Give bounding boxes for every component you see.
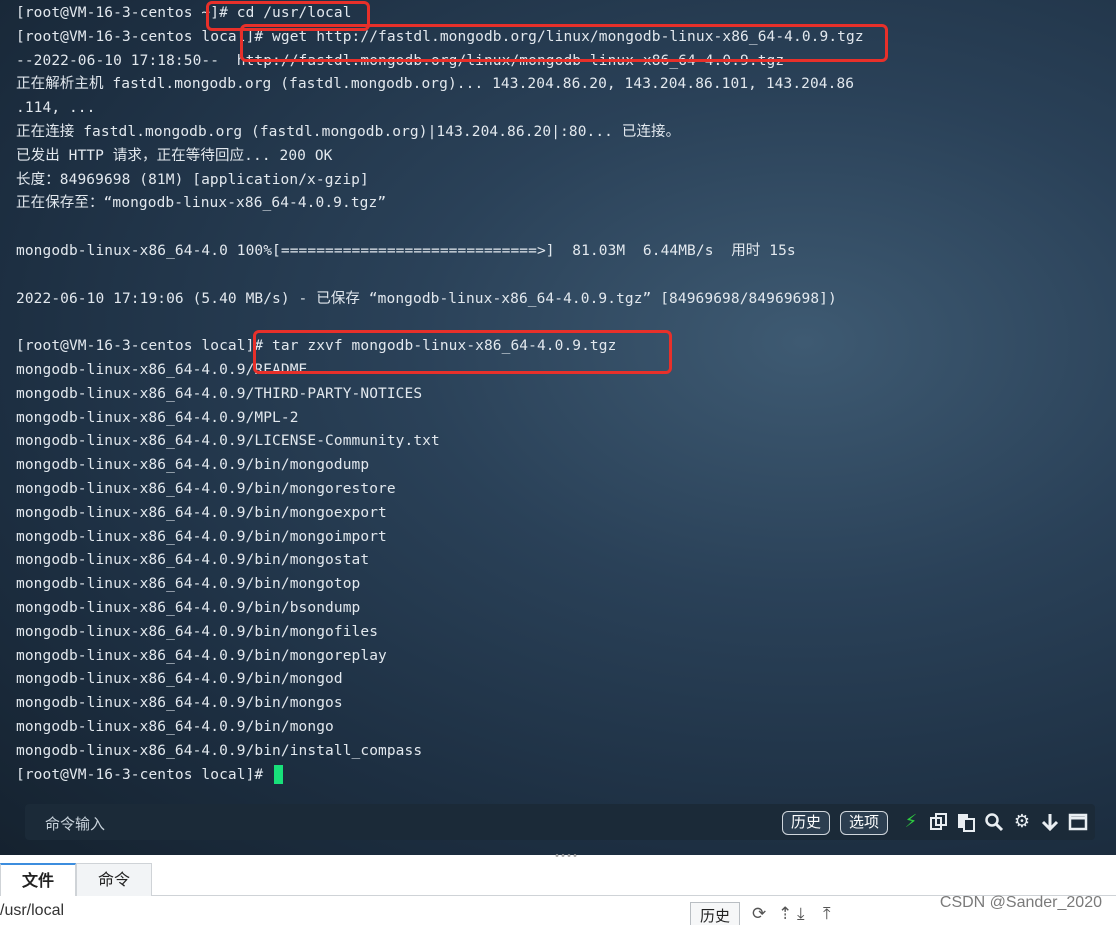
terminal-line: [root@VM-16-3-centos ~]# cd /usr/local bbox=[16, 5, 352, 21]
path-history-button[interactable]: 历史 bbox=[690, 902, 740, 925]
terminal-line: mongodb-linux-x86_64-4.0.9/bin/mongodump bbox=[16, 457, 370, 474]
terminal-line: .114, ... bbox=[16, 100, 96, 117]
terminal-panel[interactable]: [root@VM-16-3-centos ~]# cd /usr/local [r… bbox=[0, 0, 1116, 855]
panel-splitter[interactable]: •••• bbox=[548, 852, 584, 862]
maximize-icon[interactable] bbox=[1067, 810, 1089, 834]
terminal-cursor bbox=[274, 765, 284, 784]
gear-icon[interactable]: ⚙ bbox=[1011, 810, 1033, 834]
refresh-icon[interactable]: ⟳ bbox=[752, 904, 766, 924]
terminal-line: mongodb-linux-x86_64-4.0.9/bin/mongoimpo… bbox=[16, 528, 387, 545]
terminal-line: mongodb-linux-x86_64-4.0.9/bin/mongotop bbox=[16, 576, 361, 593]
terminal-line: 正在解析主机 fastdl.mongodb.org (fastdl.mongod… bbox=[16, 76, 855, 93]
copy-icon[interactable] bbox=[928, 810, 950, 834]
terminal-prompt-line[interactable]: [root@VM-16-3-centos local]# bbox=[16, 764, 1116, 788]
terminal-line: mongodb-linux-x86_64-4.0.9/README bbox=[16, 361, 308, 378]
command-input-bar[interactable]: 命令输入 历史 选项 ⚡ ⚙ bbox=[25, 804, 1095, 840]
terminal-line: --2022-06-10 17:18:50-- http://fastdl.mo… bbox=[16, 52, 785, 69]
terminal-line: mongodb-linux-x86_64-4.0.9/bin/mongorest… bbox=[16, 480, 396, 497]
terminal-line: mongodb-linux-x86_64-4.0.9/THIRD-PARTY-N… bbox=[16, 385, 423, 402]
terminal-line: mongodb-linux-x86_64-4.0.9/bin/mongos bbox=[16, 695, 343, 712]
watermark: CSDN @Sander_2020 bbox=[939, 894, 1102, 911]
command-input[interactable]: 命令输入 bbox=[45, 813, 105, 834]
download-icon[interactable]: ⤓ bbox=[797, 904, 805, 924]
terminal-line: 长度：84969698 (81M) [application/x-gzip] bbox=[16, 171, 369, 188]
paste-icon[interactable] bbox=[955, 810, 977, 834]
terminal-prompt: [root@VM-16-3-centos local]# bbox=[16, 766, 273, 783]
lightning-icon[interactable]: ⚡ bbox=[900, 810, 922, 834]
terminal-line: [root@VM-16-3-centos local]# tar zxvf mo… bbox=[16, 338, 617, 355]
terminal-line: mongodb-linux-x86_64-4.0.9/LICENSE-Commu… bbox=[16, 433, 440, 450]
terminal-line: [root@VM-16-3-centos local]# wget http:/… bbox=[16, 28, 864, 45]
terminal-output: [root@VM-16-3-centos ~]# cd /usr/local [r… bbox=[16, 2, 1116, 787]
terminal-line: mongodb-linux-x86_64-4.0.9/bin/mongostat bbox=[16, 552, 370, 569]
terminal-line: mongodb-linux-x86_64-4.0.9/bin/mongoexpo… bbox=[16, 504, 387, 521]
up-icon[interactable]: ⇡ bbox=[778, 904, 792, 924]
terminal-line: mongodb-linux-x86_64-4.0 100%[==========… bbox=[16, 242, 796, 259]
tab-files[interactable]: 文件 bbox=[0, 863, 76, 898]
terminal-line: 2022-06-10 17:19:06 (5.40 MB/s) - 已保存 “m… bbox=[16, 290, 837, 307]
terminal-line: 正在保存至：“mongodb-linux-x86_64-4.0.9.tgz” bbox=[16, 195, 387, 212]
bottom-tabs: 文件 命令 bbox=[0, 861, 1116, 898]
options-button[interactable]: 选项 bbox=[840, 811, 889, 835]
tab-commands[interactable]: 命令 bbox=[76, 863, 152, 896]
terminal-line: mongodb-linux-x86_64-4.0.9/bin/mongofile… bbox=[16, 623, 379, 640]
search-icon[interactable] bbox=[983, 810, 1005, 834]
terminal-line: mongodb-linux-x86_64-4.0.9/bin/mongod bbox=[16, 671, 343, 688]
terminal-line: 正在连接 fastdl.mongodb.org (fastdl.mongodb.… bbox=[16, 123, 681, 140]
terminal-line: mongodb-linux-x86_64-4.0.9/MPL-2 bbox=[16, 409, 299, 426]
current-path[interactable]: /usr/local bbox=[0, 902, 64, 920]
terminal-line: mongodb-linux-x86_64-4.0.9/bin/mongorepl… bbox=[16, 647, 387, 664]
terminal-line: mongodb-linux-x86_64-4.0.9/bin/install_c… bbox=[16, 742, 423, 759]
terminal-line: mongodb-linux-x86_64-4.0.9/bin/bsondump bbox=[16, 599, 361, 616]
terminal-line: mongodb-linux-x86_64-4.0.9/bin/mongo bbox=[16, 718, 334, 735]
arrow-down-icon[interactable] bbox=[1039, 810, 1061, 834]
terminal-line: 已发出 HTTP 请求，正在等待回应... 200 OK bbox=[16, 147, 333, 164]
upload-icon[interactable]: ⤒ bbox=[823, 904, 831, 924]
history-button[interactable]: 历史 bbox=[782, 811, 831, 835]
